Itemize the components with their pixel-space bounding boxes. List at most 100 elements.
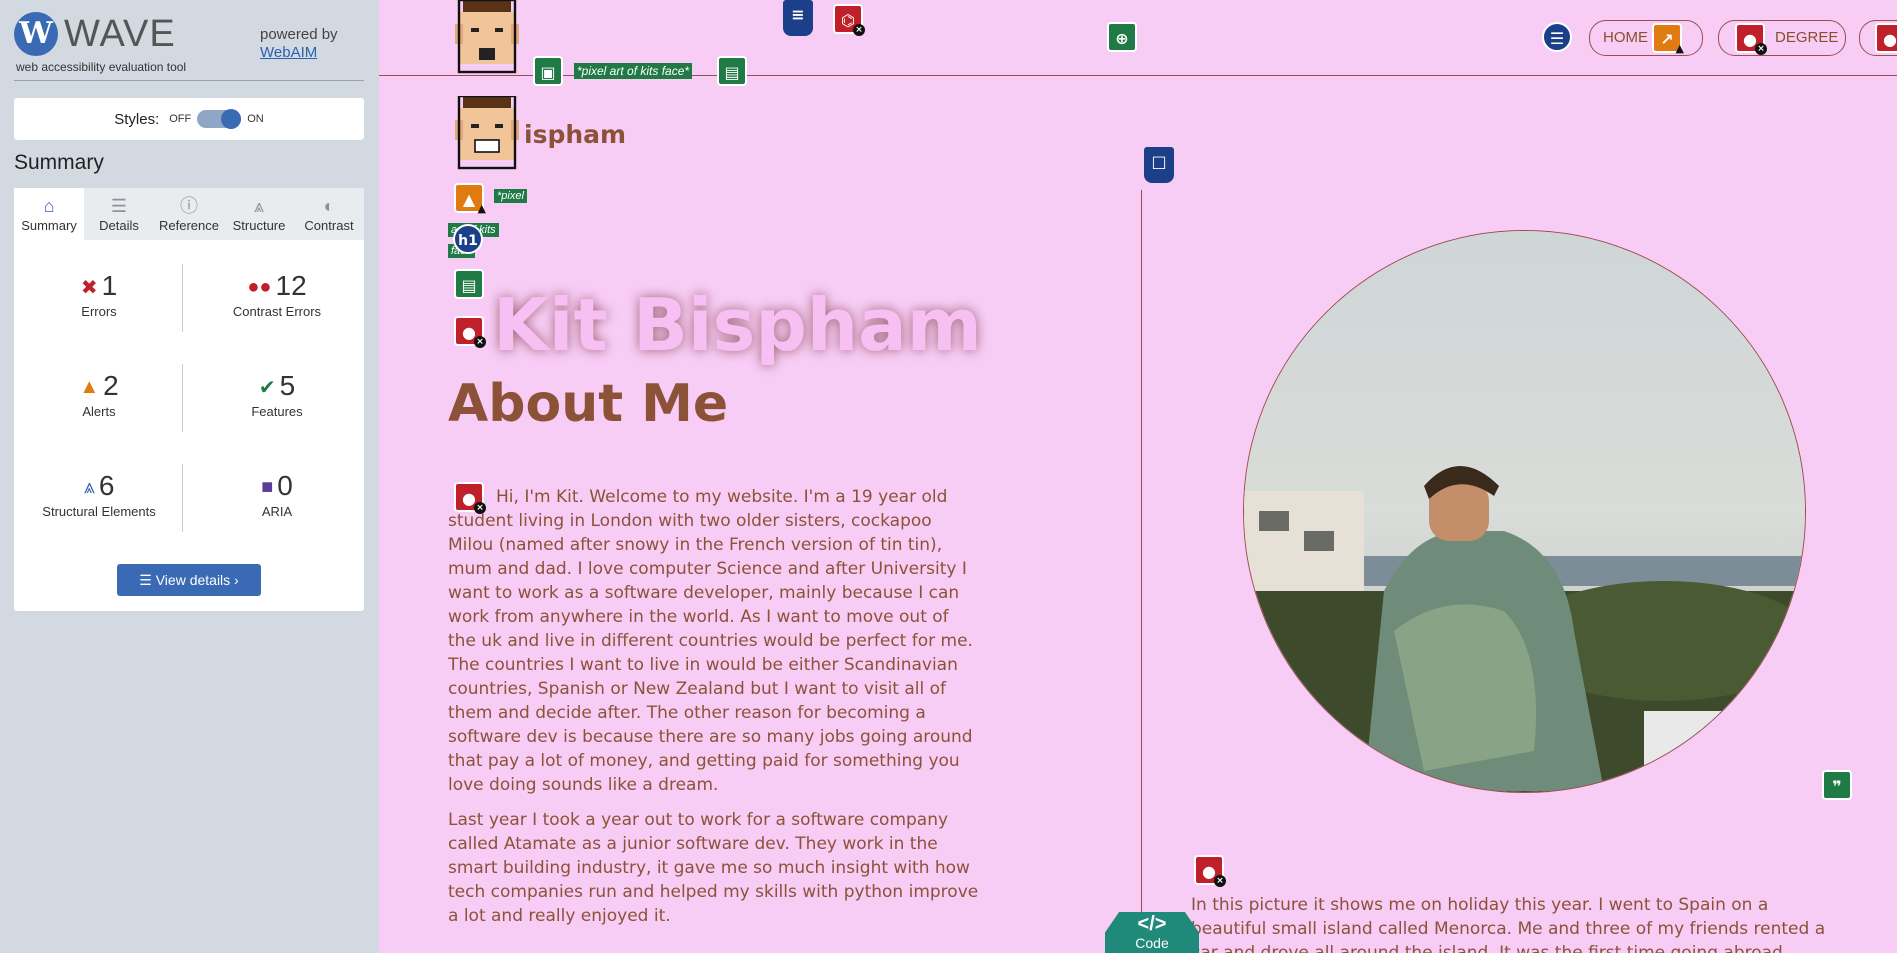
powered-by: powered by WebAIM bbox=[260, 26, 338, 62]
hierarchy-icon: ⩓ bbox=[253, 196, 265, 216]
tab-structure[interactable]: ⩓ Structure bbox=[224, 188, 294, 240]
errors-label: Errors bbox=[81, 304, 117, 319]
tab-details[interactable]: ☰ Details bbox=[84, 188, 154, 240]
close-icon: × bbox=[1214, 875, 1226, 887]
wave-logo-text: WAVE bbox=[64, 12, 176, 55]
alert-image-icon[interactable]: ▲ ▲ bbox=[454, 183, 486, 215]
tab-label: Contrast bbox=[304, 218, 354, 233]
stat-structural[interactable]: ⩓ 6 Structural Elements bbox=[19, 470, 179, 519]
html-document-icon[interactable]: ≡ bbox=[783, 0, 813, 36]
errors-count: 1 bbox=[101, 270, 118, 301]
stat-features[interactable]: ✔ 5 Features bbox=[197, 370, 357, 419]
code-toggle-button[interactable]: </> Code bbox=[1105, 912, 1199, 953]
list-icon: ☰ bbox=[110, 196, 128, 216]
nav-home-button[interactable]: HOME bbox=[1589, 20, 1703, 56]
language-icon[interactable]: ⊕ bbox=[1107, 22, 1137, 52]
h1-icon[interactable]: h1 bbox=[453, 224, 483, 254]
column-divider bbox=[1141, 190, 1142, 953]
features-count: 5 bbox=[279, 370, 296, 401]
structural-label: Structural Elements bbox=[42, 504, 156, 519]
info-icon: ⓘ bbox=[180, 196, 198, 216]
quote-icon[interactable]: ❞ bbox=[1822, 770, 1852, 800]
about-paragraph-1: Hi, I'm Kit. Welcome to my website. I'm … bbox=[448, 485, 980, 797]
tab-label: Structure bbox=[232, 218, 286, 233]
contrast-error-icon[interactable]: ● × bbox=[454, 316, 486, 348]
pixel-face-image bbox=[455, 0, 519, 74]
contrast-error-icon[interactable]: ● × bbox=[1194, 855, 1226, 887]
image-icon[interactable]: ▤ bbox=[454, 269, 484, 299]
tab-reference[interactable]: ⓘ Reference bbox=[154, 188, 224, 240]
code-icon: </> bbox=[1137, 913, 1167, 935]
aria-count: 0 bbox=[277, 470, 293, 501]
tab-label: Summary bbox=[21, 218, 77, 233]
holiday-photo-image bbox=[1244, 231, 1805, 792]
redundant-link-icon[interactable]: ↗ ▲ bbox=[1652, 23, 1684, 55]
divider bbox=[182, 464, 183, 532]
styles-toggle[interactable] bbox=[197, 109, 242, 129]
styles-off-label: OFF bbox=[169, 113, 192, 125]
powered-by-label: powered by bbox=[260, 26, 338, 43]
feature-icon: ✔ bbox=[258, 377, 276, 400]
alerts-label: Alerts bbox=[82, 404, 116, 419]
holiday-photo bbox=[1243, 230, 1806, 793]
pixel-face-image bbox=[455, 96, 519, 170]
tab-label: Details bbox=[99, 218, 139, 233]
styles-toggle-box: Styles: OFF ON bbox=[14, 98, 364, 140]
view-details-button[interactable]: ☰ View details › bbox=[117, 564, 261, 596]
list-icon[interactable]: ☰ bbox=[1542, 22, 1572, 52]
tab-contrast[interactable]: ◐ Contrast bbox=[294, 188, 364, 240]
contrast-error-icon: ●● bbox=[247, 276, 272, 299]
image-icon[interactable]: ▣ bbox=[533, 56, 563, 86]
partial-name-heading: ispham bbox=[524, 120, 627, 149]
wave-tabs: ⌂ Summary ☰ Details ⓘ Reference ⩓ Struct… bbox=[14, 188, 364, 240]
contrast-error-icon[interactable]: ● × bbox=[1735, 23, 1767, 55]
stat-contrast-errors[interactable]: ●● 12 Contrast Errors bbox=[197, 270, 357, 319]
linked-image-icon[interactable]: ▤ bbox=[717, 56, 747, 86]
divider bbox=[182, 264, 183, 332]
alt-text-label: *pixel art of kits face* bbox=[574, 63, 693, 79]
toggle-knob bbox=[221, 109, 242, 129]
about-paragraph-2: Last year I took a year out to work for … bbox=[448, 810, 979, 926]
stat-aria[interactable]: ■ 0 ARIA bbox=[197, 470, 357, 519]
alerts-count: 2 bbox=[103, 370, 119, 401]
features-label: Features bbox=[251, 404, 303, 419]
structure-icon: ⩓ bbox=[83, 476, 95, 499]
alt-text-label: *pixel bbox=[494, 189, 527, 203]
tab-summary[interactable]: ⌂ Summary bbox=[14, 188, 84, 240]
html-document-icon[interactable]: □ bbox=[1144, 147, 1174, 183]
close-icon: × bbox=[1755, 43, 1767, 55]
error-icon: ✖ bbox=[80, 277, 98, 300]
stat-alerts[interactable]: ▲ 2 Alerts bbox=[19, 370, 179, 419]
contrast-error-icon[interactable]: ● bbox=[1875, 23, 1897, 53]
contrast-errors-count: 12 bbox=[275, 270, 307, 301]
divider bbox=[14, 80, 364, 81]
summary-heading: Summary bbox=[14, 151, 104, 174]
webaim-link[interactable]: WebAIM bbox=[260, 44, 338, 62]
wave-logo-icon: W bbox=[14, 12, 58, 56]
broken-link-icon[interactable]: ⌬ × bbox=[833, 4, 865, 36]
divider bbox=[182, 364, 183, 432]
structural-count: 6 bbox=[98, 470, 115, 501]
paragraph-text: Hi, I'm Kit. Welcome to my website. I'm … bbox=[448, 487, 973, 795]
styles-label: Styles: bbox=[114, 110, 160, 128]
contrast-errors-label: Contrast Errors bbox=[232, 304, 322, 319]
about-heading: About Me bbox=[448, 374, 729, 434]
code-label: Code bbox=[1135, 935, 1169, 951]
list-icon: ☰ bbox=[139, 572, 156, 588]
wave-sidebar: W WAVE web accessibility evaluation tool… bbox=[0, 0, 379, 953]
wave-logo[interactable]: W WAVE bbox=[14, 12, 176, 56]
alert-icon: ▲ bbox=[79, 376, 100, 399]
view-details-label: View details › bbox=[155, 572, 239, 588]
photo-caption: In this picture it shows me on holiday t… bbox=[1191, 895, 1826, 953]
evaluated-page: ▣ *pixel art of kits face* ▤ ≡ ⌬ × ⊕ ☰ HO… bbox=[379, 0, 1897, 953]
nav-home-label: HOME bbox=[1603, 29, 1648, 46]
contrast-icon: ◐ bbox=[323, 196, 335, 216]
wave-subtitle: web accessibility evaluation tool bbox=[16, 60, 187, 74]
aria-label: ARIA bbox=[261, 504, 293, 519]
alert-icon: ▲ bbox=[1675, 42, 1684, 55]
stat-errors[interactable]: ✖ 1 Errors bbox=[19, 270, 179, 319]
page-title: Kit Bispham bbox=[493, 283, 982, 367]
home-icon: ⌂ bbox=[43, 196, 55, 216]
close-icon: × bbox=[474, 336, 486, 348]
tab-label: Reference bbox=[159, 218, 219, 233]
